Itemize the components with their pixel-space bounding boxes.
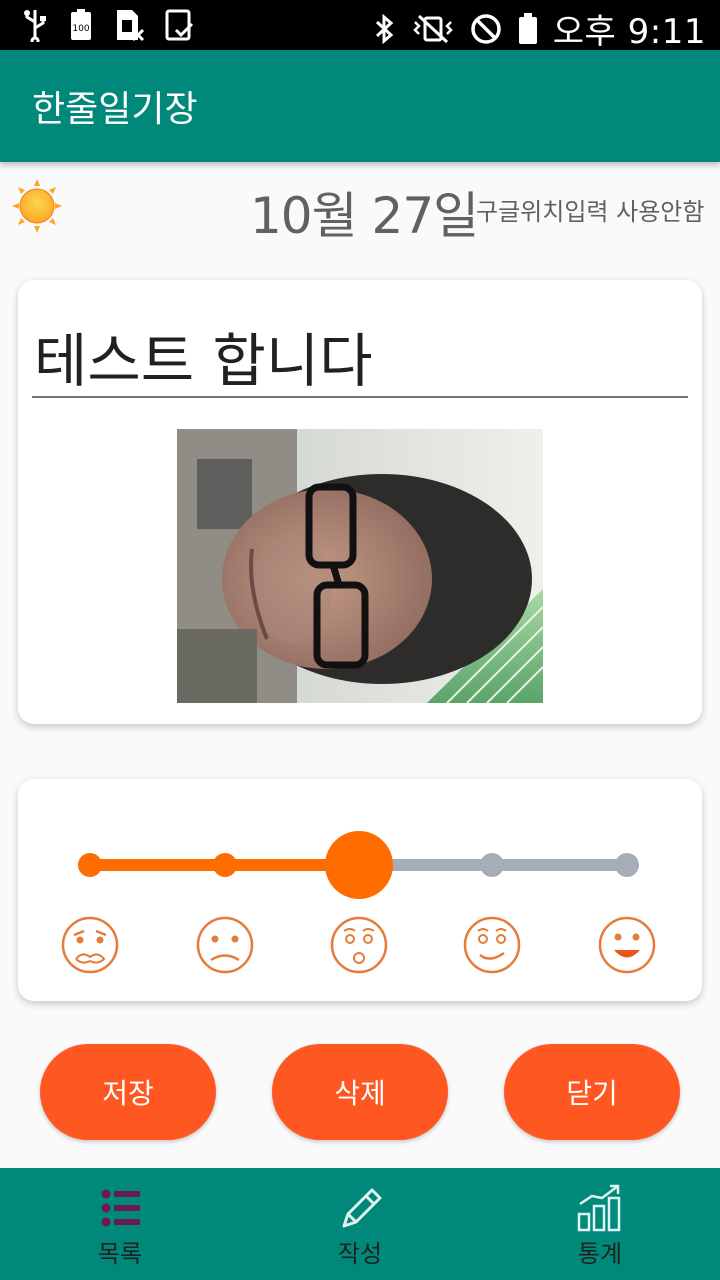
mood-stop-1[interactable] <box>78 853 102 877</box>
very-sad-face-icon[interactable] <box>61 916 119 974</box>
mood-stop-4[interactable] <box>480 853 504 877</box>
entry-card: 테스트 합니다 <box>18 280 702 724</box>
app-bar: 한줄일기장 <box>0 50 720 162</box>
do-not-disturb-icon <box>471 13 501 44</box>
smirk-face-icon[interactable] <box>463 916 521 974</box>
mood-card <box>18 779 702 1001</box>
app-title: 한줄일기장 <box>32 89 198 130</box>
entry-photo[interactable] <box>177 429 543 703</box>
nav-label-list: 목록 <box>97 1240 143 1268</box>
delete-button[interactable]: 삭제 <box>272 1044 448 1140</box>
nav-label-write: 작성 <box>337 1240 383 1268</box>
nav-item-stats[interactable]: 통계 <box>480 1168 720 1280</box>
status-time: 오후 9:11 <box>552 12 706 52</box>
vibrate-mute-icon <box>413 14 453 43</box>
bluetooth-icon <box>375 13 394 44</box>
status-left-icons: 100 <box>22 8 194 42</box>
entry-title[interactable]: 테스트 합니다 <box>34 314 373 398</box>
battery-full-icon: 100 <box>71 9 91 40</box>
selfie-photo <box>177 429 543 703</box>
entry-date[interactable]: 10월 27일 <box>250 176 479 248</box>
save-button[interactable]: 저장 <box>40 1044 216 1140</box>
sim-off-icon <box>117 10 144 42</box>
sad-face-icon[interactable] <box>196 916 254 974</box>
nav-item-write[interactable]: 작성 <box>240 1168 480 1280</box>
location-status[interactable]: 구글위치입력 사용안함 <box>476 192 704 227</box>
mood-selector[interactable] <box>18 779 702 1001</box>
nav-label-stats: 통계 <box>577 1240 623 1268</box>
mood-thumb[interactable] <box>325 831 393 899</box>
surprised-face-icon[interactable] <box>330 916 388 974</box>
status-right-icons: 오후 9:11 <box>373 4 706 53</box>
bottom-navigation: 목록 작성 통계 <box>0 1168 720 1280</box>
nav-item-list[interactable]: 목록 <box>0 1168 240 1280</box>
usb-icon <box>24 10 46 42</box>
sun-icon[interactable] <box>12 178 62 234</box>
happy-face-icon[interactable] <box>598 916 656 974</box>
pencil-icon <box>342 1188 382 1228</box>
close-button[interactable]: 닫기 <box>504 1044 680 1140</box>
title-divider <box>32 396 688 398</box>
screenshot-icon <box>165 9 194 41</box>
mood-stop-2[interactable] <box>213 853 237 877</box>
list-icon <box>101 1189 140 1227</box>
battery-percent: 100 <box>72 24 89 34</box>
status-bar: 100 오후 9:11 <box>0 0 720 53</box>
mood-stop-5[interactable] <box>615 853 639 877</box>
bar-chart-icon <box>577 1184 621 1232</box>
battery-icon <box>518 12 537 44</box>
